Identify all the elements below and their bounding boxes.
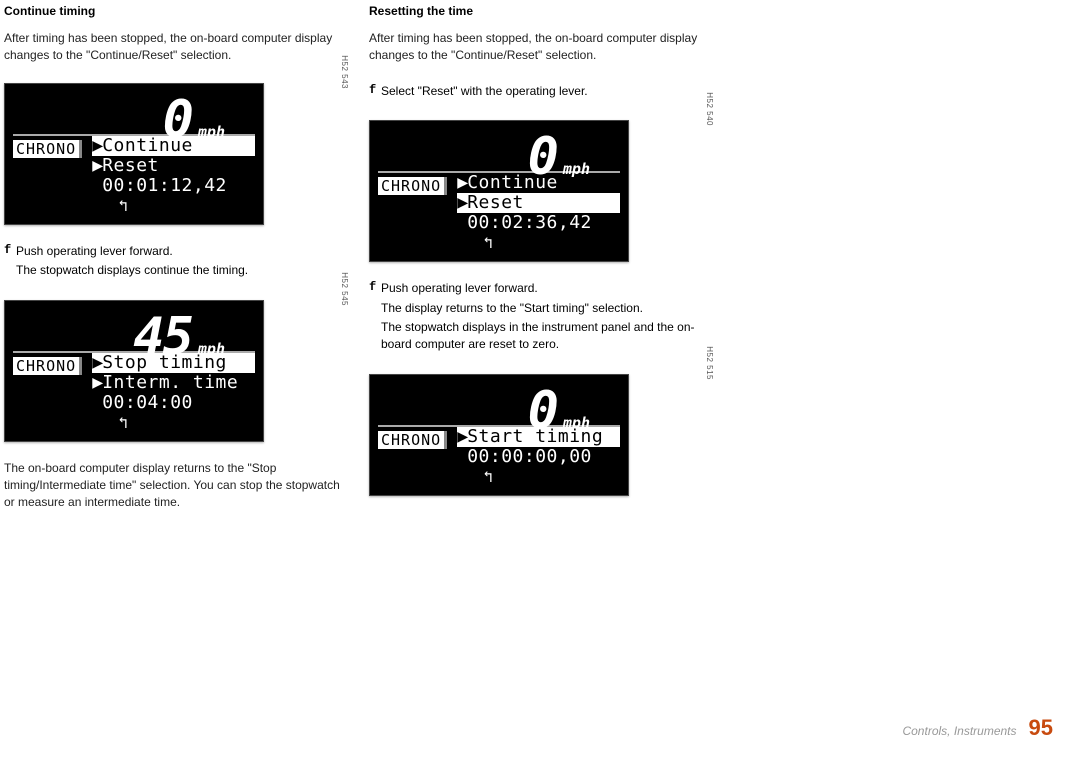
menu-row-stop-timing: ▶ Stop timing (92, 353, 255, 373)
page-number: 95 (1029, 715, 1053, 741)
back-row: ↰ (92, 413, 255, 433)
step-marker: f (4, 243, 16, 282)
menu-row-start-timing: ▶ Start timing (457, 427, 620, 447)
time-value: 00:01:12,42 (102, 176, 227, 196)
heading-resetting-time: Resetting the time (369, 4, 716, 18)
figure-code: H52 540 (705, 92, 714, 126)
chrono-label: CHRONO (13, 140, 82, 158)
step-instruction-line: Select "Reset" with the operating lever. (381, 83, 716, 100)
menu-text: Start timing (467, 427, 603, 447)
triangle-icon: ▶ (92, 136, 102, 156)
time-row: 00:02:36,42 (457, 213, 620, 233)
triangle-icon: ▶ (92, 373, 102, 393)
step-instruction-line: The stopwatch displays continue the timi… (16, 262, 351, 279)
step-2a: f Select "Reset" with the operating leve… (369, 83, 716, 102)
display-figure-2: 45 mph CHRONO ▶ Stop timing ▶ Interm. ti… (4, 300, 351, 442)
menu-text: Reset (102, 156, 159, 176)
time-row: 00:04:00 (92, 393, 255, 413)
figure-code: H52 515 (705, 346, 714, 380)
chrono-label: CHRONO (13, 357, 82, 375)
triangle-icon: ▶ (457, 173, 467, 193)
time-row: 00:01:12,42 (92, 176, 255, 196)
step-2b: f Push operating lever forward. The disp… (369, 280, 716, 356)
menu-row-continue: ▶ Continue (92, 136, 255, 156)
column-left: Continue timing After timing has been st… (4, 4, 369, 530)
onboard-display: 0 mph CHRONO ▶ Continue ▶ Reset (369, 120, 629, 262)
step-marker: f (369, 83, 381, 102)
chrono-label: CHRONO (378, 177, 447, 195)
onboard-display: 0 mph CHRONO ▶ Continue ▶ Reset (4, 83, 264, 225)
time-row: 00:00:00,00 (457, 447, 620, 467)
page: Continue timing After timing has been st… (0, 0, 1081, 530)
time-value: 00:02:36,42 (467, 213, 592, 233)
display-figure-4: 0 mph CHRONO ▶ Start timing 00:00:00,00 (369, 374, 716, 496)
column-right: Resetting the time After timing has been… (369, 4, 734, 530)
figure-code: H52 545 (340, 272, 349, 306)
footer-section-title: Controls, Instruments (902, 724, 1016, 738)
step-instruction-line: Push operating lever forward. (381, 280, 716, 297)
page-footer: Controls, Instruments 95 (902, 715, 1053, 741)
step-instruction-line: The display returns to the "Start timing… (381, 300, 716, 317)
heading-continue-timing: Continue timing (4, 4, 351, 18)
back-arrow-icon: ↰ (483, 233, 493, 253)
menu-text: Continue (467, 173, 558, 193)
intro-paragraph-1: After timing has been stopped, the on-bo… (4, 30, 351, 65)
menu-row-reset: ▶ Reset (92, 156, 255, 176)
back-row: ↰ (457, 233, 620, 253)
back-arrow-icon: ↰ (118, 196, 128, 216)
back-row: ↰ (92, 196, 255, 216)
display-figure-3: 0 mph CHRONO ▶ Continue ▶ Reset (369, 120, 716, 262)
step-instruction-line: Push operating lever forward. (16, 243, 351, 260)
display-figure-1: 0 mph CHRONO ▶ Continue ▶ Reset (4, 83, 351, 225)
triangle-icon: ▶ (457, 193, 467, 213)
menu-text: Stop timing (102, 353, 227, 373)
time-value: 00:04:00 (102, 393, 193, 413)
triangle-icon: ▶ (92, 353, 102, 373)
back-arrow-icon: ↰ (118, 413, 128, 433)
triangle-icon: ▶ (457, 427, 467, 447)
menu-text: Interm. time (102, 373, 238, 393)
back-arrow-icon: ↰ (483, 467, 493, 487)
menu-row-interm-time: ▶ Interm. time (92, 373, 255, 393)
onboard-display: 0 mph CHRONO ▶ Start timing 00:00:00,00 (369, 374, 629, 496)
menu-text: Reset (467, 193, 524, 213)
after-paragraph-1: The on-board computer display returns to… (4, 460, 351, 512)
figure-code: H52 543 (340, 55, 349, 89)
step-instruction-line: The stopwatch displays in the instrument… (381, 319, 716, 354)
menu-text: Continue (102, 136, 193, 156)
menu-row-continue: ▶ Continue (457, 173, 620, 193)
triangle-icon: ▶ (92, 156, 102, 176)
chrono-label: CHRONO (378, 431, 447, 449)
back-row: ↰ (457, 467, 620, 487)
step-marker: f (369, 280, 381, 356)
intro-paragraph-2: After timing has been stopped, the on-bo… (369, 30, 716, 65)
menu-row-reset: ▶ Reset (457, 193, 620, 213)
onboard-display: 45 mph CHRONO ▶ Stop timing ▶ Interm. ti… (4, 300, 264, 442)
time-value: 00:00:00,00 (467, 447, 592, 467)
step-1: f Push operating lever forward. The stop… (4, 243, 351, 282)
